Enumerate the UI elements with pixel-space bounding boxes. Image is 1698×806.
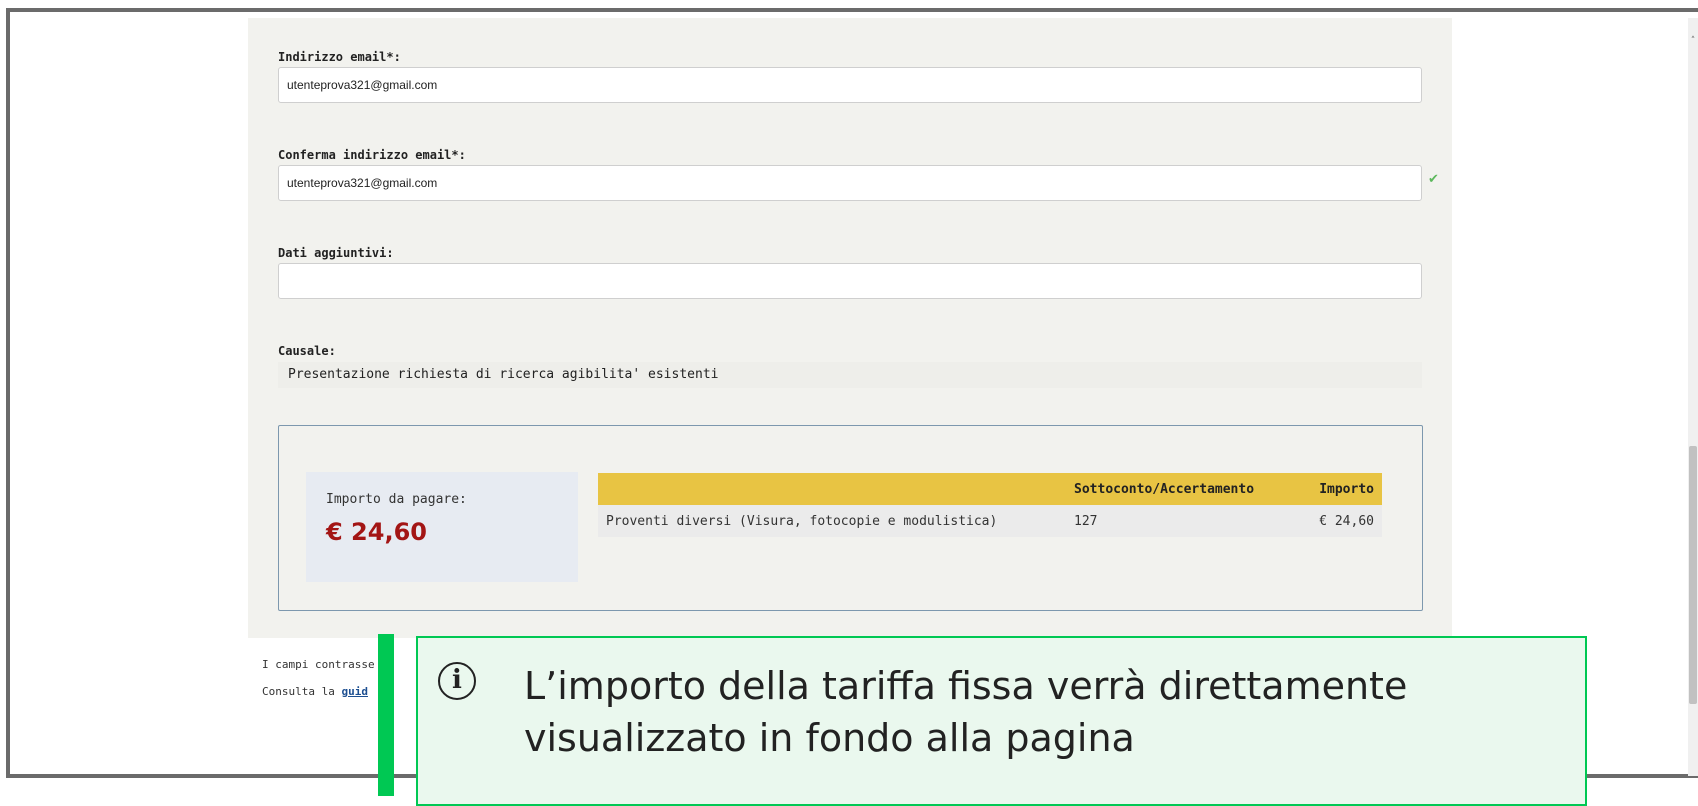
confirm-email-field[interactable]: utenteprova321@gmail.com: [278, 165, 1422, 201]
info-callout: i L’importo della tariffa fissa verrà di…: [416, 636, 1587, 806]
info-icon: i: [438, 662, 476, 700]
causale-label: Causale:: [278, 344, 336, 358]
payment-table: Sottoconto/Accertamento Importo Proventi…: [598, 473, 1382, 537]
scroll-up-arrow-icon[interactable]: ˄: [1688, 36, 1698, 50]
confirm-email-label: Conferma indirizzo email*:: [278, 148, 466, 162]
table-cell: Proventi diversi (Visura, fotocopie e mo…: [598, 505, 1067, 537]
callout-accent-bar: [378, 634, 394, 796]
scroll-thumb[interactable]: [1689, 446, 1697, 704]
required-fields-note: I campi contrasse: [262, 658, 375, 671]
table-header-row: Sottoconto/Accertamento Importo: [598, 473, 1382, 505]
guide-link[interactable]: guid: [341, 685, 368, 698]
causale-value: Presentazione richiesta di ricerca agibi…: [278, 362, 1422, 388]
extra-data-field[interactable]: [278, 263, 1422, 299]
extra-data-label: Dati aggiuntivi:: [278, 246, 394, 260]
table-header: [598, 473, 1067, 505]
table-cell: 127: [1066, 505, 1312, 537]
email-label: Indirizzo email*:: [278, 50, 401, 64]
table-header: Importo: [1311, 473, 1382, 505]
amount-label: Importo da pagare:: [326, 492, 467, 507]
table-header: Sottoconto/Accertamento: [1066, 473, 1312, 505]
amount-value: € 24,60: [326, 518, 427, 546]
guide-note: Consulta la guid: [262, 685, 368, 698]
callout-text: L’importo della tariffa fissa verrà dire…: [524, 664, 1408, 760]
email-field[interactable]: utenteprova321@gmail.com: [278, 67, 1422, 103]
checkmark-icon: ✔: [1428, 172, 1439, 187]
amount-card: Importo da pagare: € 24,60: [306, 472, 578, 582]
table-row: Proventi diversi (Visura, fotocopie e mo…: [598, 505, 1382, 537]
table-cell: € 24,60: [1311, 505, 1382, 537]
scrollbar[interactable]: ˄: [1688, 18, 1698, 776]
